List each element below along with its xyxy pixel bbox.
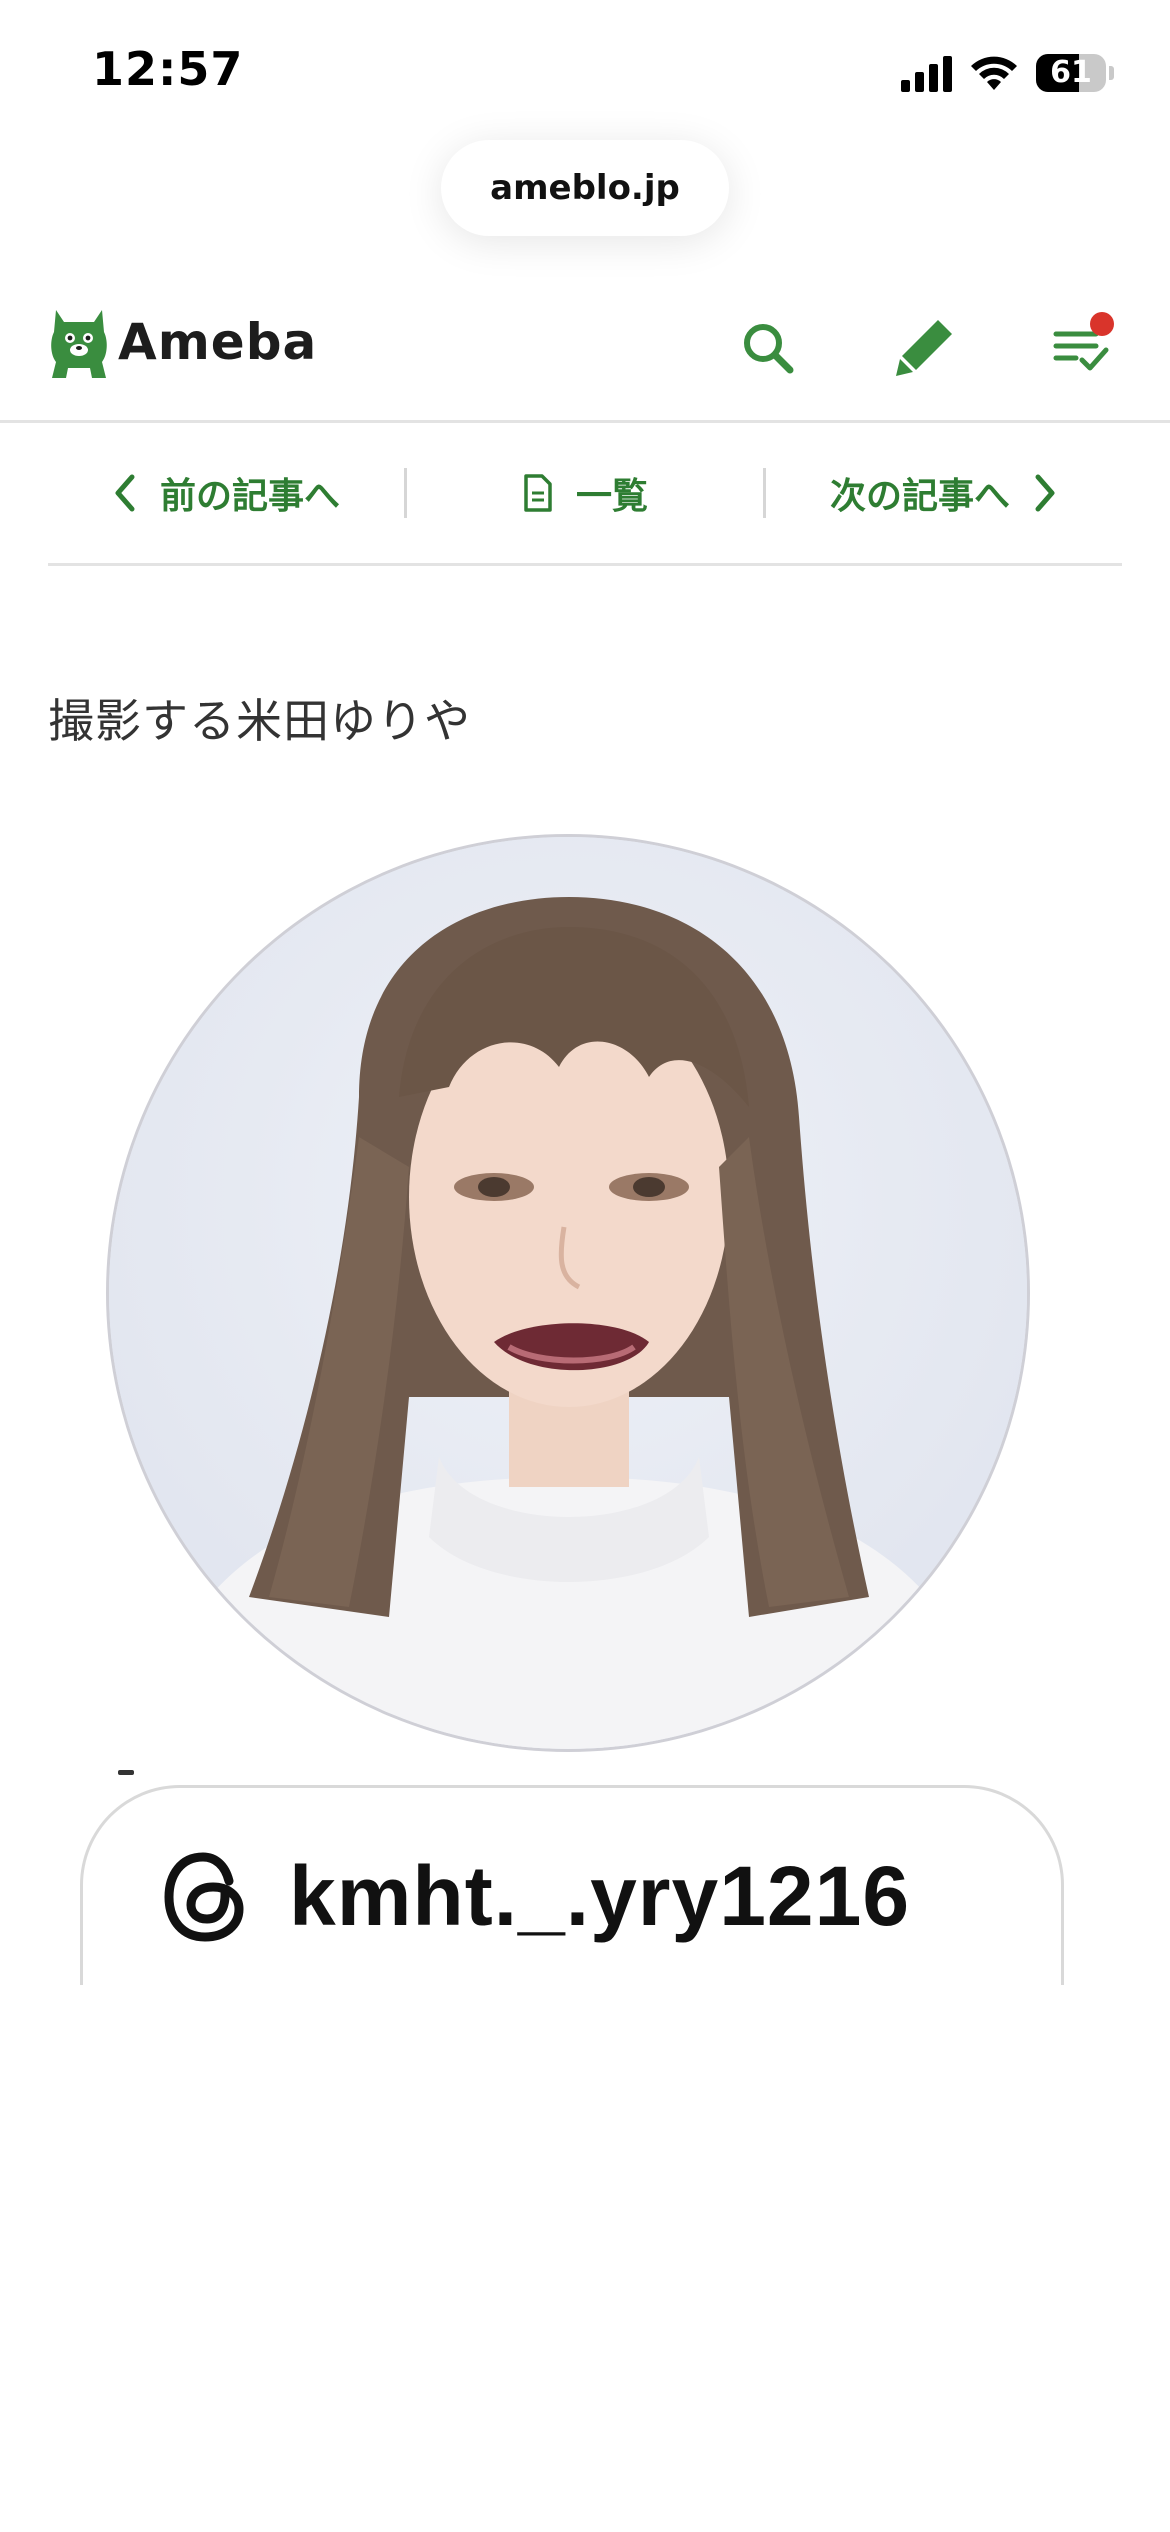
status-bar: 12:57 61 bbox=[0, 0, 1170, 140]
next-article-link[interactable]: 次の記事へ bbox=[766, 423, 1122, 563]
site-header: Ameba bbox=[0, 280, 1170, 423]
portrait-illustration bbox=[109, 837, 1027, 1749]
notification-badge bbox=[1090, 312, 1114, 336]
chevron-left-icon bbox=[115, 474, 135, 512]
status-time: 12:57 bbox=[92, 42, 244, 96]
profile-photo[interactable] bbox=[106, 834, 1030, 1752]
threads-handle-content: kmht._.yry1216 bbox=[159, 1848, 910, 1945]
cellular-signal-icon bbox=[901, 54, 952, 92]
chevron-right-icon bbox=[1035, 474, 1055, 512]
address-bar[interactable]: ameblo.jp bbox=[441, 140, 729, 236]
wifi-icon bbox=[971, 56, 1017, 90]
article-navigation: 前の記事へ 一覧 次の記事へ bbox=[48, 423, 1122, 566]
threads-handle-text: kmht._.yry1216 bbox=[289, 1849, 911, 1943]
ameba-logo[interactable]: Ameba bbox=[48, 302, 317, 382]
search-icon bbox=[744, 324, 794, 374]
search-button[interactable] bbox=[732, 312, 804, 384]
pencil-icon bbox=[896, 320, 952, 376]
threads-handle-chip[interactable]: kmht._.yry1216 bbox=[80, 1785, 1064, 1985]
ameba-mascot-icon bbox=[51, 310, 107, 378]
article-list-link[interactable]: 一覧 bbox=[407, 423, 763, 563]
battery-level: 61 bbox=[1050, 55, 1092, 90]
next-article-label: 次の記事へ bbox=[829, 476, 1010, 517]
battery-icon: 61 bbox=[1036, 54, 1106, 92]
battery-cap bbox=[1109, 66, 1114, 80]
menu-button[interactable] bbox=[1044, 312, 1116, 384]
document-icon bbox=[524, 474, 552, 512]
threads-icon bbox=[164, 1851, 244, 1942]
previous-article-link[interactable]: 前の記事へ bbox=[48, 423, 404, 563]
chip-fade bbox=[83, 1973, 1061, 1985]
decorative-mark bbox=[118, 1770, 134, 1775]
previous-article-label: 前の記事へ bbox=[159, 476, 340, 517]
article-list-label: 一覧 bbox=[575, 476, 648, 517]
article-title: 撮影する米田ゆりや bbox=[48, 694, 471, 748]
status-icons: 61 bbox=[901, 50, 1114, 96]
logo-text: Ameba bbox=[118, 313, 318, 371]
write-post-button[interactable] bbox=[888, 312, 960, 384]
